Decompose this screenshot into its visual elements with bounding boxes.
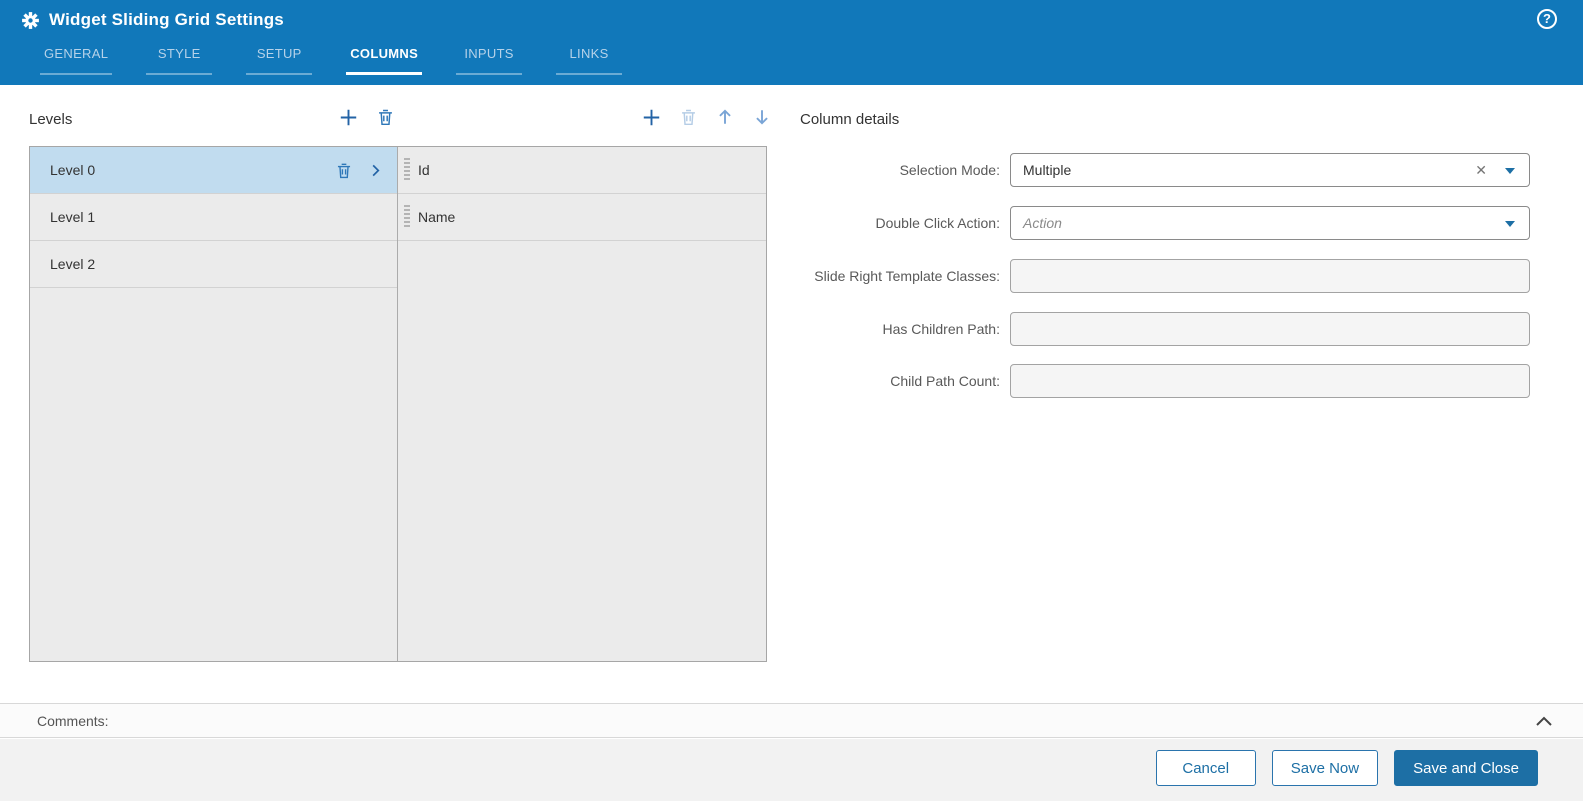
move-up-icon[interactable] xyxy=(714,106,736,128)
level-row-label: Level 1 xyxy=(50,209,96,225)
help-icon[interactable]: ? xyxy=(1537,9,1557,29)
delete-column-icon[interactable] xyxy=(677,106,699,128)
double-click-action-dropdown[interactable]: Action xyxy=(1010,206,1530,240)
columns-list: Id Name xyxy=(398,147,766,661)
page-title: Widget Sliding Grid Settings xyxy=(49,10,284,29)
drag-handle-icon[interactable] xyxy=(404,205,410,229)
slide-right-template-classes-input[interactable] xyxy=(1011,260,1529,292)
level-row-1[interactable]: Level 1 xyxy=(30,194,397,241)
selection-mode-dropdown[interactable]: Multiple ✕ xyxy=(1010,153,1530,187)
tab-setup[interactable]: SETUP xyxy=(246,46,313,75)
has-children-path-label: Has Children Path: xyxy=(882,321,1000,337)
dialog-header: Widget Sliding Grid Settings ? GENERAL S… xyxy=(0,0,1583,85)
clear-icon[interactable]: ✕ xyxy=(1475,162,1487,179)
delete-level-icon[interactable] xyxy=(374,106,396,128)
tab-links[interactable]: LINKS xyxy=(556,46,623,75)
slide-right-template-classes-label: Slide Right Template Classes: xyxy=(814,268,1000,284)
chevron-right-icon[interactable] xyxy=(368,163,383,178)
selection-mode-label: Selection Mode: xyxy=(899,162,1000,178)
tab-bar: GENERAL STYLE SETUP COLUMNS INPUTS LINKS xyxy=(40,46,623,75)
drag-handle-icon[interactable] xyxy=(404,158,410,182)
level-row-2[interactable]: Level 2 xyxy=(30,241,397,288)
slide-right-template-classes-field xyxy=(1010,259,1530,293)
level-row-label: Level 2 xyxy=(50,256,96,272)
level-row-label: Level 0 xyxy=(50,162,96,178)
column-row-label: Name xyxy=(418,209,456,225)
form-row-slide-right-template-classes: Slide Right Template Classes: xyxy=(800,259,1540,293)
row-delete-icon[interactable] xyxy=(336,162,352,179)
levels-toolbar xyxy=(337,106,396,128)
column-details-heading: Column details xyxy=(800,111,900,128)
tab-style[interactable]: STYLE xyxy=(146,46,213,75)
add-level-icon[interactable] xyxy=(337,106,359,128)
add-column-icon[interactable] xyxy=(640,106,662,128)
title-row: Widget Sliding Grid Settings xyxy=(22,10,284,30)
has-children-path-field xyxy=(1010,312,1530,346)
cancel-button[interactable]: Cancel xyxy=(1155,750,1256,786)
tab-general[interactable]: GENERAL xyxy=(40,46,113,75)
child-path-count-label: Child Path Count: xyxy=(890,373,1000,389)
comments-label: Comments: xyxy=(37,712,109,729)
chevron-up-icon[interactable] xyxy=(1535,715,1553,727)
tab-columns[interactable]: COLUMNS xyxy=(346,46,423,75)
form-row-child-path-count: Child Path Count: xyxy=(800,364,1540,398)
has-children-path-input[interactable] xyxy=(1011,313,1529,345)
dropdown-arrow-icon[interactable] xyxy=(1505,168,1515,174)
column-row-name[interactable]: Name xyxy=(398,194,766,241)
save-now-button[interactable]: Save Now xyxy=(1271,750,1379,786)
comments-bar: Comments: xyxy=(0,703,1583,738)
child-path-count-field xyxy=(1010,364,1530,398)
footer-bar: Cancel Save Now Save and Close xyxy=(0,739,1583,801)
levels-heading: Levels xyxy=(29,111,73,128)
levels-list: Level 0 Level 1 Level 2 xyxy=(30,147,398,661)
tab-inputs[interactable]: INPUTS xyxy=(456,46,523,75)
level-row-actions xyxy=(336,162,397,179)
child-path-count-input[interactable] xyxy=(1011,365,1529,397)
form-row-selection-mode: Selection Mode: Multiple ✕ xyxy=(800,153,1540,187)
column-row-id[interactable]: Id xyxy=(398,147,766,194)
form-row-double-click-action: Double Click Action: Action xyxy=(800,206,1540,240)
double-click-action-label: Double Click Action: xyxy=(875,215,1000,231)
level-row-0[interactable]: Level 0 xyxy=(30,147,397,194)
columns-toolbar xyxy=(640,106,773,128)
double-click-action-placeholder: Action xyxy=(1023,215,1062,231)
column-row-label: Id xyxy=(418,162,430,178)
form-row-has-children-path: Has Children Path: xyxy=(800,312,1540,346)
move-down-icon[interactable] xyxy=(751,106,773,128)
dropdown-arrow-icon[interactable] xyxy=(1505,221,1515,227)
selection-mode-value: Multiple xyxy=(1023,162,1072,178)
gear-icon xyxy=(22,11,39,29)
lists-panel: Level 0 Level 1 Level 2 Id Name xyxy=(29,146,767,662)
save-and-close-button[interactable]: Save and Close xyxy=(1394,750,1538,786)
